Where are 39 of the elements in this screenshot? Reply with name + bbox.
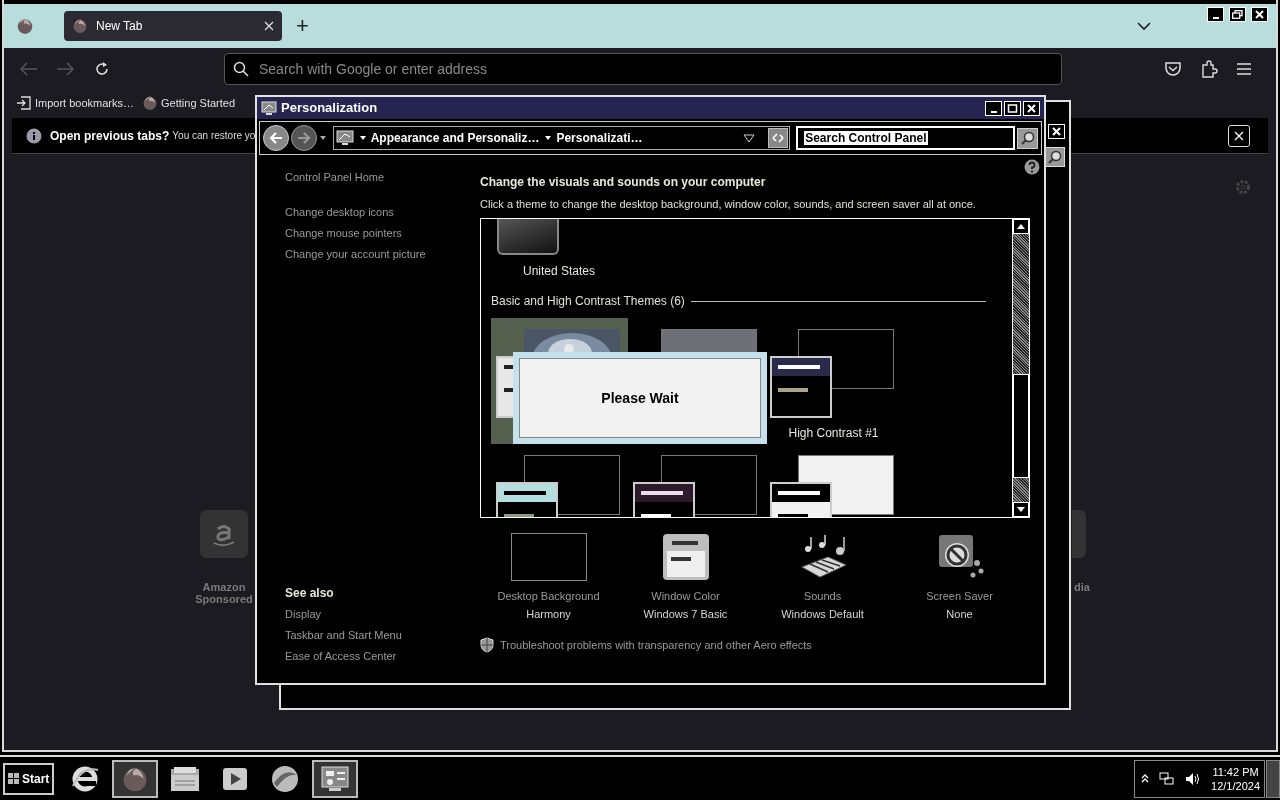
browser-tab[interactable]: New Tab bbox=[64, 11, 282, 41]
personalization-setting[interactable]: Screen Saver None bbox=[891, 532, 1028, 621]
personalization-setting[interactable]: Window Color Windows 7 Basic bbox=[617, 532, 754, 621]
address-bar[interactable]: Search with Google or enter address bbox=[224, 53, 1062, 85]
page-description: Click a theme to change the desktop background, window color, sounds, and screen saver all at once. bbox=[480, 198, 977, 211]
personalization-setting[interactable]: Desktop Background Harmony bbox=[480, 532, 617, 621]
address-input[interactable]: Search with Google or enter address bbox=[259, 58, 1053, 80]
start-button[interactable]: Start bbox=[3, 762, 55, 795]
sidebar-link[interactable]: Change desktop icons bbox=[285, 206, 480, 219]
sidebar-link[interactable]: Change mouse pointers bbox=[285, 227, 480, 240]
shortcut-sublabel: Sponsored bbox=[195, 593, 253, 605]
see-also-link[interactable]: Display bbox=[285, 608, 480, 621]
notification-title: Open previous tabs? bbox=[50, 127, 170, 145]
notification-text: You can restore yo bbox=[172, 129, 256, 143]
sidebar-link[interactable]: Change your account picture bbox=[285, 248, 480, 261]
bookmark-item[interactable]: Import bookmarks… bbox=[16, 94, 135, 112]
breadcrumb-item[interactable]: Appearance and Personaliz… bbox=[359, 129, 540, 147]
personalization-setting[interactable]: Sounds Windows Default bbox=[754, 532, 891, 621]
theme-label: United States bbox=[521, 264, 596, 278]
see-also-link[interactable]: Taskbar and Start Menu bbox=[285, 629, 480, 642]
see-also-link[interactable]: Ease of Access Center bbox=[285, 650, 480, 663]
dialog-message: Please Wait bbox=[601, 388, 679, 408]
breadcrumb-item[interactable]: Personalizati… bbox=[545, 129, 643, 147]
section-title: Basic and High Contrast Themes (6) bbox=[491, 294, 685, 308]
search-field-value: Search Control Panel bbox=[804, 131, 928, 145]
breadcrumb-bar[interactable]: Appearance and Personaliz… Personalizati… bbox=[332, 126, 791, 150]
shortcut-label[interactable]: dia bbox=[1074, 581, 1090, 593]
window-title: Personalization bbox=[281, 99, 379, 118]
theme-label: High Contrast #1 bbox=[787, 425, 880, 442]
clock-date[interactable]: 12/1/2024 bbox=[1211, 778, 1260, 793]
bookmark-item[interactable]: Getting Started bbox=[142, 94, 236, 112]
clock-time[interactable]: 11:42 PM bbox=[1212, 764, 1259, 779]
search-field[interactable]: Search Control Panel bbox=[796, 126, 1016, 150]
page-heading: Change the visuals and sounds on your computer bbox=[480, 175, 767, 189]
shortcut-label[interactable]: Amazon bbox=[202, 581, 246, 593]
sidebar-link[interactable]: Control Panel Home bbox=[285, 171, 480, 184]
see-also-heading: See also bbox=[285, 587, 335, 600]
troubleshoot-link[interactable]: Troubleshoot problems with transparency and other Aero effects bbox=[500, 637, 812, 654]
new-tab-button[interactable]: + bbox=[296, 15, 309, 37]
